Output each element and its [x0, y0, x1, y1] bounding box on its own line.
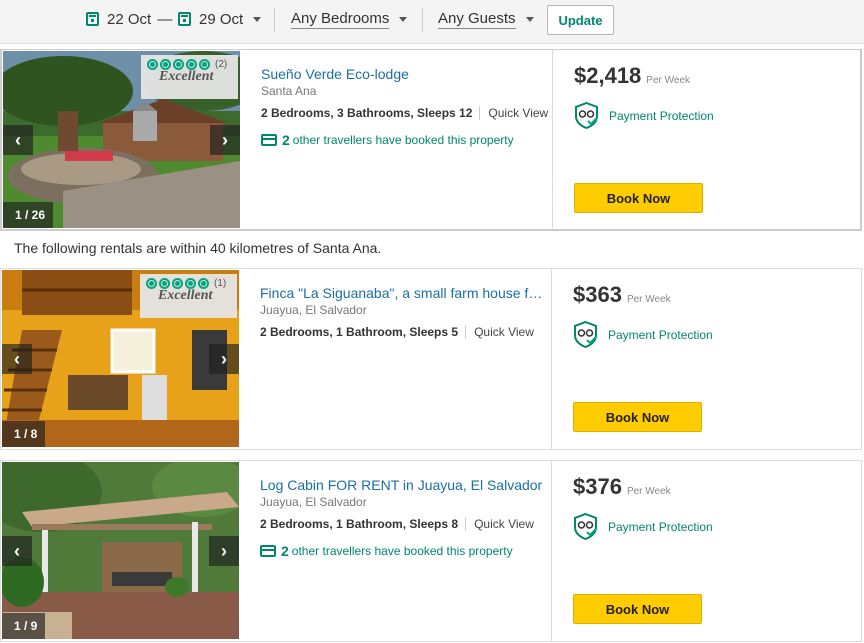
listing-specs: 2 Bedrooms, 3 Bathrooms, Sleeps 12 Quick…	[261, 106, 548, 120]
listing-card: ‹ › 1 / 9 Log Cabin FOR RENT in Juayua, …	[0, 460, 862, 642]
payment-protection: Payment Protection	[573, 321, 713, 348]
chevron-down-icon	[525, 16, 534, 22]
listing-specs: 2 Bedrooms, 1 Bathroom, Sleeps 8 Quick V…	[260, 517, 534, 531]
search-filter-bar: 22 Oct — 29 Oct Any Bedrooms Any Guests …	[0, 0, 864, 44]
chevron-right-icon[interactable]: ›	[210, 125, 240, 155]
rating-text: Excellent	[158, 288, 213, 303]
payment-protection-label: Payment Protection	[608, 327, 713, 342]
listing-title[interactable]: Sueño Verde Eco-lodge	[261, 66, 551, 82]
distance-note: The following rentals are within 40 kilo…	[14, 240, 382, 256]
listing-photo[interactable]: (2) Excellent ‹ › 1 / 26	[3, 51, 240, 228]
guests-value: Any Guests	[438, 9, 516, 29]
chevron-left-icon[interactable]: ‹	[2, 536, 32, 566]
rating-count: (1)	[214, 278, 227, 289]
book-now-button[interactable]: Book Now	[573, 594, 702, 624]
rating-bubble-icon	[172, 278, 183, 289]
calendar-icon	[178, 12, 191, 26]
divider	[422, 8, 423, 32]
book-now-button[interactable]: Book Now	[574, 183, 703, 213]
booked-text: other travellers have booked this proper…	[291, 544, 513, 558]
checkin-date-picker[interactable]: 22 Oct —	[86, 9, 172, 29]
bedrooms-select[interactable]: Any Bedrooms	[291, 9, 408, 29]
rating-bubble-icon	[173, 59, 184, 70]
price-period: Per Week	[646, 75, 691, 86]
listing-photo[interactable]: ‹ › 1 / 9	[2, 462, 239, 639]
payment-protection-icon	[575, 102, 598, 129]
listing-specs: 2 Bedrooms, 1 Bathroom, Sleeps 5 Quick V…	[260, 325, 534, 339]
booked-count: 2	[282, 132, 290, 148]
price: $2,418 Per Week	[574, 63, 690, 89]
guests-select[interactable]: Any Guests	[438, 9, 534, 29]
listing-location: Juayua, El Salvador	[260, 303, 367, 317]
divider	[274, 8, 275, 32]
chevron-left-icon[interactable]: ‹	[3, 125, 33, 155]
price-panel: $363 Per Week Payment Protection Book No…	[551, 269, 862, 449]
rating-bubble-icon	[186, 59, 197, 70]
price: $363 Per Week	[573, 282, 671, 308]
rating-badge: (1) Excellent	[140, 274, 237, 318]
photo-counter: 1 / 9	[2, 613, 46, 639]
payment-protection-label: Payment Protection	[608, 519, 713, 534]
book-now-button[interactable]: Book Now	[573, 402, 702, 432]
photo-counter: 1 / 26	[3, 202, 54, 228]
update-button[interactable]: Update	[547, 5, 614, 35]
price-value: $2,418	[574, 63, 642, 88]
quick-view-link[interactable]: Quick View	[479, 106, 548, 120]
price-value: $376	[573, 474, 622, 499]
rating-bubble-icon	[159, 278, 170, 289]
quick-view-link[interactable]: Quick View	[465, 325, 534, 339]
chevron-right-icon[interactable]: ›	[209, 344, 239, 374]
listing-photo[interactable]: (1) Excellent ‹ › 1 / 8	[2, 270, 239, 447]
price-panel: $376 Per Week Payment Protection Book No…	[551, 461, 862, 641]
specs-text: 2 Bedrooms, 1 Bathroom, Sleeps 5	[260, 325, 459, 339]
checkin-date: 22 Oct	[107, 10, 152, 28]
checkout-date-picker[interactable]: 29 Oct	[178, 9, 262, 29]
payment-protection-label: Payment Protection	[609, 108, 714, 123]
rating-bubble-icon	[185, 278, 196, 289]
listing-location: Juayua, El Salvador	[260, 495, 367, 509]
bedrooms-value: Any Bedrooms	[291, 9, 390, 29]
rating-bubble-icon	[199, 59, 210, 70]
listing-card: (2) Excellent ‹ › 1 / 26 Sueño Verde Eco…	[0, 49, 862, 231]
credit-card-icon	[261, 134, 277, 146]
checkout-date: 29 Oct	[199, 10, 244, 28]
rating-bubble-icon	[198, 278, 209, 289]
specs-text: 2 Bedrooms, 1 Bathroom, Sleeps 8	[260, 517, 459, 531]
payment-protection: Payment Protection	[573, 513, 713, 540]
photo-counter: 1 / 8	[2, 421, 46, 447]
rating-bubble-icon	[160, 59, 171, 70]
price-period: Per Week	[626, 486, 671, 497]
specs-text: 2 Bedrooms, 3 Bathrooms, Sleeps 12	[261, 106, 473, 120]
chevron-down-icon	[253, 16, 262, 22]
booked-text: other travellers have booked this proper…	[292, 133, 514, 147]
price-value: $363	[573, 282, 622, 307]
price-panel: $2,418 Per Week Payment Protection Book …	[552, 50, 863, 230]
chevron-right-icon[interactable]: ›	[209, 536, 239, 566]
date-separator: —	[157, 10, 173, 28]
booked-count: 2	[281, 543, 289, 559]
price-period: Per Week	[626, 294, 671, 305]
rating-bubble-icon	[146, 278, 157, 289]
chevron-left-icon[interactable]: ‹	[2, 344, 32, 374]
listing-title[interactable]: Log Cabin FOR RENT in Juayua, El Salvado…	[260, 477, 550, 493]
rating-bubble-icon	[147, 59, 158, 70]
calendar-icon	[86, 12, 99, 26]
rating-badge: (2) Excellent	[141, 55, 238, 99]
payment-protection-icon	[574, 321, 597, 348]
payment-protection-icon	[574, 513, 597, 540]
listing-location: Santa Ana	[261, 84, 317, 98]
payment-protection: Payment Protection	[574, 102, 714, 129]
credit-card-icon	[260, 545, 276, 557]
rating-text: Excellent	[159, 69, 214, 84]
listing-card: (1) Excellent ‹ › 1 / 8 Finca "La Siguan…	[0, 268, 862, 450]
rating-count: (2)	[215, 59, 228, 70]
booked-notice: 2 other travellers have booked this prop…	[261, 132, 514, 148]
listing-title[interactable]: Finca "La Siguanaba", a small farm house…	[260, 285, 550, 301]
quick-view-link[interactable]: Quick View	[465, 517, 534, 531]
price: $376 Per Week	[573, 474, 671, 500]
booked-notice: 2 other travellers have booked this prop…	[260, 543, 513, 559]
chevron-down-icon	[399, 16, 408, 22]
